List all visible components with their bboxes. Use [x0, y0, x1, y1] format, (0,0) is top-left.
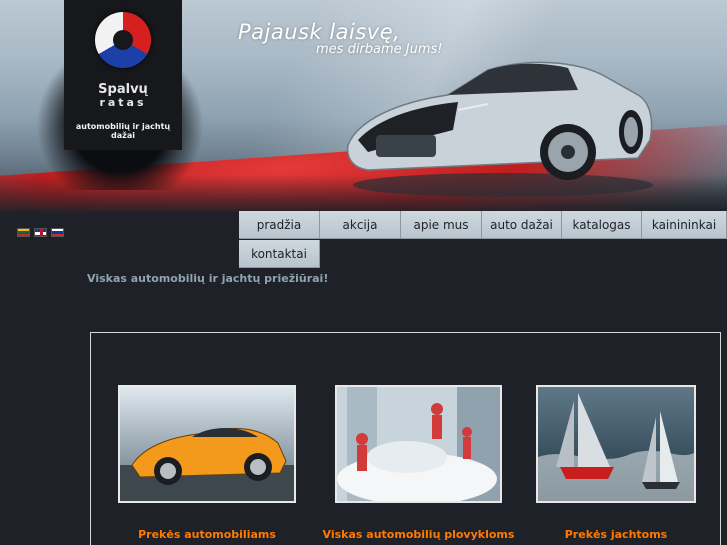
- page-tagline: Viskas automobilių ir jachtų priežiūrai!: [87, 272, 329, 285]
- nav-item-kainininkai[interactable]: kainininkai: [642, 211, 727, 239]
- russia-flag-icon[interactable]: [51, 228, 64, 237]
- car-wash-foam-image: [337, 387, 500, 501]
- page: Spalvų ratas automobilių ir jachtų dažai…: [0, 0, 727, 545]
- product-panel: Prekės automobiliams Viskas automobilių …: [90, 332, 721, 545]
- nav-item-katalogas[interactable]: katalogas: [562, 211, 642, 239]
- nav-item-akcija[interactable]: akcija: [320, 211, 401, 239]
- logo-name-line1: Spalvų: [98, 82, 148, 97]
- logo-tagline: automobilių ir jachtų dažai: [75, 122, 171, 140]
- sports-car-illustration: [346, 61, 653, 197]
- nav-item-auto-dazai[interactable]: auto dažai: [482, 211, 562, 239]
- product-thumb-cars[interactable]: [118, 385, 296, 503]
- nav-item-kontaktai[interactable]: kontaktai: [239, 240, 320, 268]
- lithuania-flag-icon[interactable]: [17, 228, 30, 237]
- nav-item-apie-mus[interactable]: apie mus: [401, 211, 482, 239]
- logo-name-line2: ratas: [99, 96, 147, 109]
- product-link-carwash[interactable]: Viskas automobilių plovykloms: [320, 528, 517, 541]
- logo-color-wheel-icon: [95, 12, 151, 68]
- nav-item-pradzia[interactable]: pradžia: [239, 211, 320, 239]
- logo[interactable]: Spalvų ratas automobilių ir jachtų dažai: [64, 0, 182, 150]
- uk-flag-icon[interactable]: [34, 228, 47, 237]
- racing-yachts-image: [538, 387, 694, 501]
- orange-sports-car-image: [120, 387, 294, 501]
- language-switcher: [17, 228, 64, 237]
- product-thumb-yachts[interactable]: [536, 385, 696, 503]
- product-link-cars[interactable]: Prekės automobiliams: [118, 528, 296, 541]
- product-link-yachts[interactable]: Prekės jachtoms: [536, 528, 696, 541]
- product-thumb-carwash[interactable]: [335, 385, 502, 503]
- header-banner: Spalvų ratas automobilių ir jachtų dažai…: [0, 0, 727, 212]
